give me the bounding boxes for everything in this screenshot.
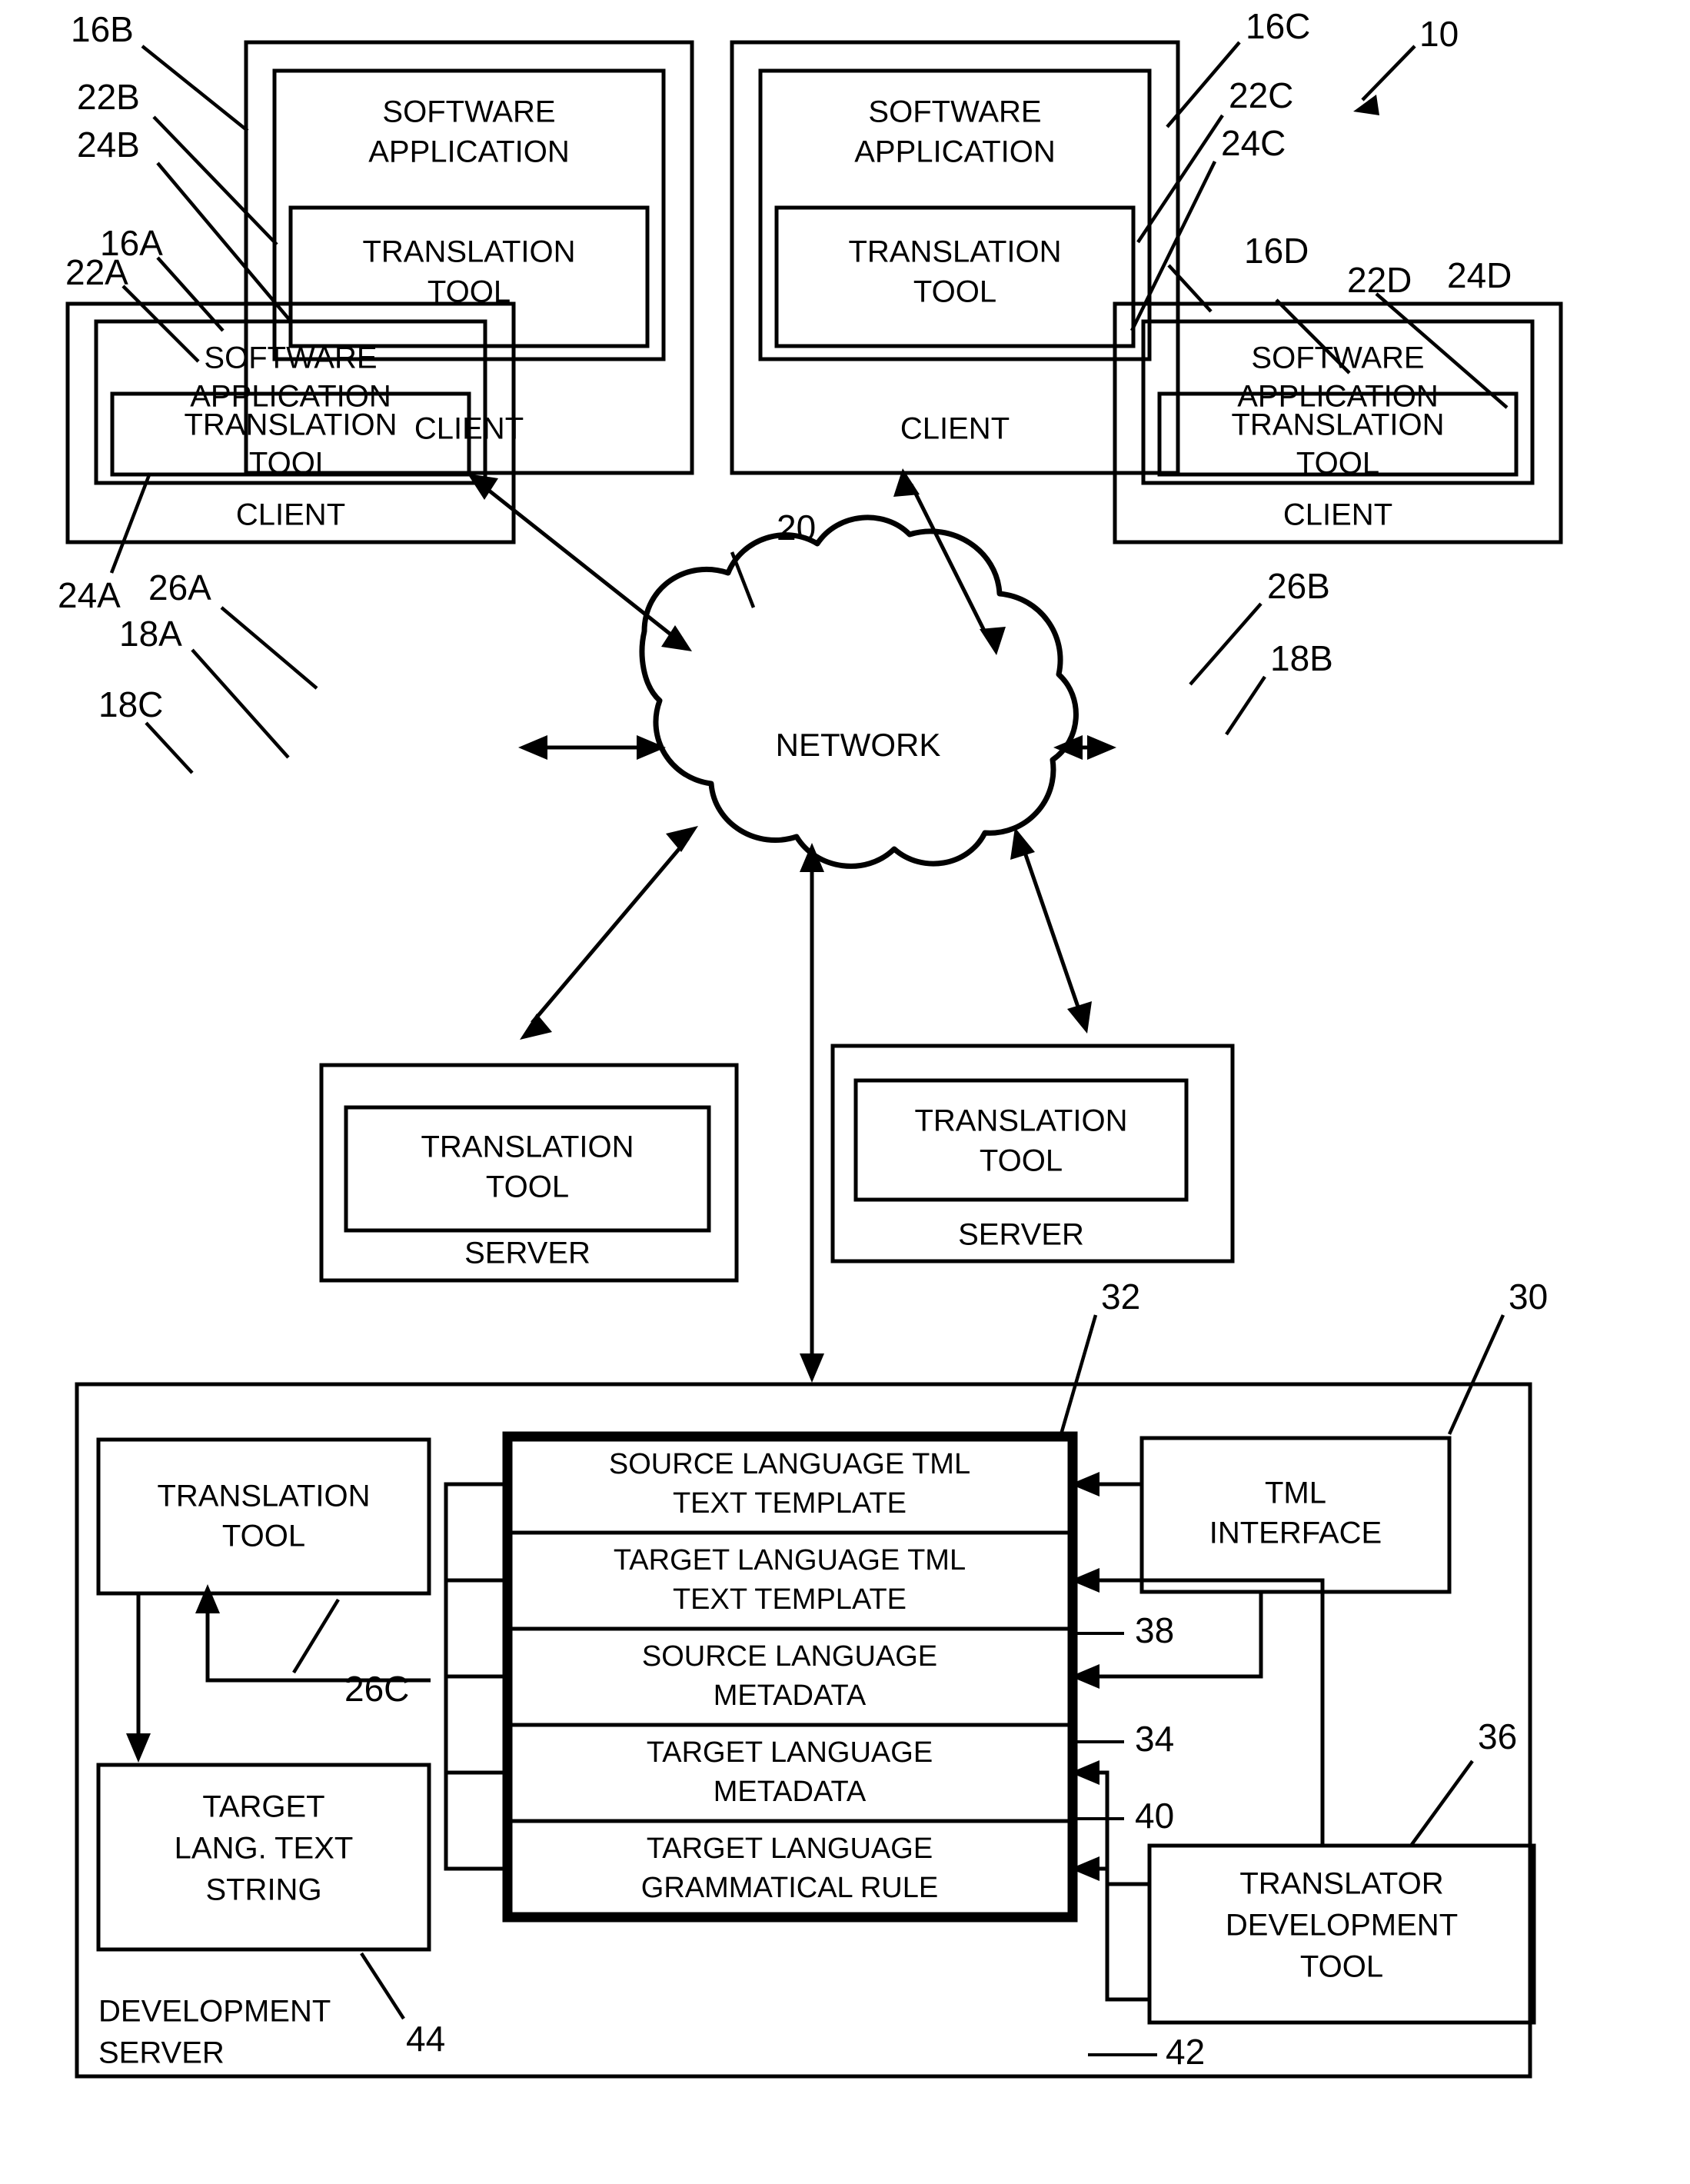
ref-16d: 16D — [1244, 231, 1309, 271]
ref-18a: 18A — [119, 614, 182, 654]
ref-26c: 26C — [344, 1669, 409, 1709]
ref-42: 42 — [1166, 2032, 1205, 2072]
dev-translation-tool-label-line2: TOOL — [222, 1520, 305, 1553]
ref-20: 20 — [777, 508, 816, 548]
client-a-tool-label-line2: TOOL — [249, 447, 332, 481]
network-label: NETWORK — [776, 727, 941, 763]
ref-38: 38 — [1135, 1610, 1174, 1650]
tml-stack-row-3-line1: TARGET LANGUAGE — [647, 1736, 933, 1769]
client-b-tool-label-line1: TRANSLATION — [362, 235, 575, 269]
dev-translation-tool-label-line1: TRANSLATION — [157, 1480, 370, 1513]
ref-22a: 22A — [65, 252, 128, 292]
server-a-label: SERVER — [464, 1237, 591, 1270]
ref-30: 30 — [1509, 1277, 1548, 1317]
translator-dev-tool-line3: TOOL — [1300, 1950, 1383, 1984]
server-a-tool-label-line1: TRANSLATION — [421, 1130, 634, 1164]
ref-22d: 22D — [1347, 260, 1412, 300]
tml-interface-label-line2: INTERFACE — [1209, 1516, 1382, 1550]
dev-target-string-line2: LANG. TEXT — [175, 1832, 354, 1866]
ref-26b: 26B — [1267, 566, 1330, 606]
client-c-tool-label-line2: TOOL — [913, 275, 996, 309]
ref-10: 10 — [1419, 14, 1459, 54]
patent-figure: SOFTWARE APPLICATION TRANSLATION TOOL CL… — [0, 0, 1690, 2184]
ref-26a: 26A — [148, 568, 211, 608]
server-a-tool-label-line2: TOOL — [486, 1170, 569, 1204]
tml-stack-row-4-line2: GRAMMATICAL RULE — [641, 1872, 938, 1904]
ref-24d: 24D — [1447, 255, 1512, 295]
client-b-label: CLIENT — [414, 412, 524, 446]
ref-34: 34 — [1135, 1719, 1174, 1759]
ref-18b: 18B — [1270, 638, 1333, 678]
development-server-label-line1: DEVELOPMENT — [98, 1995, 331, 2029]
tml-stack-row-0-line2: TEXT TEMPLATE — [673, 1487, 907, 1520]
tml-stack-row-4-line1: TARGET LANGUAGE — [647, 1833, 933, 1865]
tml-stack-row-1-line2: TEXT TEMPLATE — [673, 1583, 907, 1616]
client-c-app-label-line2: APPLICATION — [854, 135, 1056, 169]
tml-stack-row-3-line2: METADATA — [714, 1776, 867, 1808]
ref-22b: 22B — [77, 77, 140, 117]
ref-22c: 22C — [1229, 75, 1293, 115]
diagram-text: SOFTWARE APPLICATION TRANSLATION TOOL CL… — [58, 6, 1548, 2072]
ref-24b: 24B — [77, 125, 140, 165]
tml-stack-row-2-line2: METADATA — [714, 1680, 867, 1712]
translator-dev-tool-line1: TRANSLATOR — [1239, 1867, 1443, 1901]
tml-stack-row-0-line1: SOURCE LANGUAGE TML — [609, 1448, 970, 1480]
client-c-app-label-line1: SOFTWARE — [868, 95, 1041, 129]
client-d-tool-label-line2: TOOL — [1296, 447, 1379, 481]
client-b-tool-label-line2: TOOL — [427, 275, 511, 309]
ref-18c: 18C — [98, 684, 163, 724]
tml-interface-label-line1: TML — [1265, 1477, 1326, 1510]
server-b-tool-label-line2: TOOL — [980, 1144, 1063, 1178]
server-b-label: SERVER — [958, 1218, 1084, 1252]
ref-16c: 16C — [1246, 6, 1310, 46]
development-server-label-line2: SERVER — [98, 2036, 225, 2070]
ref-44: 44 — [406, 2019, 445, 2059]
client-b-app-label-line1: SOFTWARE — [382, 95, 555, 129]
ref-24a: 24A — [58, 575, 121, 615]
ref-24c: 24C — [1221, 123, 1286, 163]
dev-target-string-line1: TARGET — [202, 1790, 324, 1824]
ref-36: 36 — [1478, 1716, 1517, 1756]
client-c-tool-label-line1: TRANSLATION — [848, 235, 1061, 269]
client-d-app-label-line1: SOFTWARE — [1251, 341, 1424, 375]
ref-16b: 16B — [71, 9, 134, 49]
client-a-tool-label-line1: TRANSLATION — [184, 408, 397, 442]
tml-stack-row-2-line1: SOURCE LANGUAGE — [642, 1640, 937, 1673]
client-c-label: CLIENT — [900, 412, 1010, 446]
ref-32: 32 — [1101, 1277, 1140, 1317]
ref-40: 40 — [1135, 1796, 1174, 1836]
translator-dev-tool-line2: DEVELOPMENT — [1226, 1909, 1458, 1943]
tml-stack-row-1-line1: TARGET LANGUAGE TML — [614, 1544, 966, 1576]
server-b-tool-label-line1: TRANSLATION — [914, 1104, 1127, 1138]
client-d-label: CLIENT — [1283, 498, 1392, 532]
dev-target-string-line3: STRING — [205, 1873, 321, 1907]
client-b-app-label-line2: APPLICATION — [368, 135, 570, 169]
client-a-label: CLIENT — [236, 498, 345, 532]
client-d-tool-label-line1: TRANSLATION — [1231, 408, 1444, 442]
client-a-app-label-line1: SOFTWARE — [204, 341, 377, 375]
